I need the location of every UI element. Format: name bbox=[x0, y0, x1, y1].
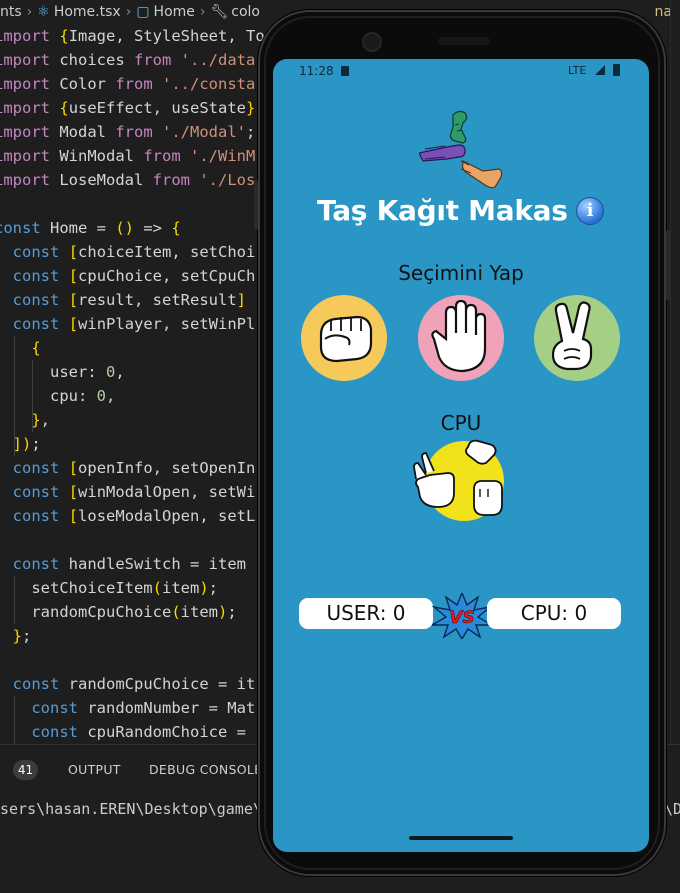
code-line[interactable]: randomCpuChoice(item); bbox=[0, 600, 236, 624]
breadcrumb-file[interactable]: Home.tsx bbox=[54, 0, 121, 24]
code-line[interactable]: const [loseModalOpen, setL bbox=[0, 504, 256, 528]
code-line[interactable]: const [winModalOpen, setWi bbox=[0, 480, 256, 504]
code-line[interactable]: const [cpuChoice, setCpuCh bbox=[0, 264, 256, 288]
app-screen: 11:28 LTE Taş Kağıt Makas i Seçimini Yap bbox=[273, 59, 649, 852]
chevron-right-icon: › bbox=[125, 4, 132, 20]
code-line[interactable]: const cpuRandomChoice = bbox=[0, 720, 246, 744]
code-line[interactable]: const [choiceItem, setChoi bbox=[0, 240, 256, 264]
code-line[interactable]: }; bbox=[0, 624, 32, 648]
battery-icon bbox=[613, 64, 620, 76]
code-line[interactable]: const handleSwitch = item bbox=[0, 552, 246, 576]
title-row: Taş Kağıt Makas i bbox=[273, 192, 649, 232]
network-type: LTE bbox=[568, 64, 587, 77]
editor-scrollbar[interactable] bbox=[670, 0, 680, 744]
code-line[interactable]: const Home = () => { bbox=[0, 216, 181, 240]
breadcrumb-property[interactable]: colo bbox=[231, 0, 260, 24]
vs-badge-icon: VS bbox=[432, 593, 492, 639]
sd-card-icon bbox=[341, 66, 349, 76]
component-icon: ▢ bbox=[136, 4, 150, 20]
paper-hand-icon bbox=[418, 295, 504, 381]
earpiece-speaker bbox=[438, 37, 490, 45]
code-line[interactable]: cpu: 0, bbox=[0, 384, 115, 408]
volume-button bbox=[254, 180, 258, 230]
chevron-right-icon: › bbox=[199, 4, 206, 20]
app-title: Taş Kağıt Makas bbox=[317, 194, 568, 227]
problems-count-badge[interactable]: 41 bbox=[13, 760, 38, 780]
signal-icon bbox=[595, 65, 605, 75]
code-line[interactable]: import Color from '../consta bbox=[0, 72, 255, 96]
score-board: USER: 0 VS CPU: 0 bbox=[273, 593, 649, 639]
code-line[interactable]: }, bbox=[0, 408, 50, 432]
terminal-path-right: \D bbox=[664, 800, 680, 818]
code-line[interactable]: const randomCpuChoice = it bbox=[0, 672, 256, 696]
code-line[interactable]: ]); bbox=[0, 432, 41, 456]
breadcrumb-folder[interactable]: nts bbox=[0, 0, 22, 24]
code-line[interactable]: const [openInfo, setOpenIn bbox=[0, 456, 256, 480]
cpu-score: CPU: 0 bbox=[487, 598, 621, 629]
code-line[interactable]: const [winPlayer, setWinPl bbox=[0, 312, 256, 336]
code-line[interactable]: import WinModal from './WinM bbox=[0, 144, 255, 168]
cpu-label: CPU bbox=[440, 411, 482, 435]
tab-debug-console[interactable]: DEBUG CONSOLE bbox=[149, 762, 262, 777]
front-camera bbox=[362, 32, 382, 52]
scissors-hand-icon bbox=[534, 295, 620, 381]
terminal-path: sers\hasan.EREN\Desktop\game\ bbox=[0, 800, 262, 818]
code-line[interactable]: user: 0, bbox=[0, 360, 125, 384]
code-line[interactable]: import {useEffect, useState} bbox=[0, 96, 255, 120]
code-line[interactable]: { bbox=[0, 336, 40, 360]
tab-output[interactable]: OUTPUT bbox=[68, 762, 121, 777]
react-icon: ⚛ bbox=[37, 4, 50, 20]
game-logo-icon bbox=[419, 110, 503, 189]
code-line[interactable]: import Modal from './Modal'; bbox=[0, 120, 255, 144]
code-line[interactable]: import LoseModal from './Los bbox=[0, 168, 255, 192]
code-line[interactable]: setChoiceItem(item); bbox=[0, 576, 218, 600]
code-line[interactable]: import choices from '../data bbox=[0, 48, 255, 72]
cpu-hands-icon bbox=[413, 439, 504, 521]
chevron-right-icon: › bbox=[26, 4, 33, 20]
status-time: 11:28 bbox=[299, 64, 334, 78]
scissors-choice-button[interactable] bbox=[534, 295, 620, 381]
vs-text: VS bbox=[449, 608, 474, 628]
paper-choice-button[interactable] bbox=[418, 295, 504, 381]
info-icon[interactable]: i bbox=[576, 197, 604, 225]
home-indicator[interactable] bbox=[409, 836, 513, 840]
choose-prompt: Seçimini Yap bbox=[398, 261, 524, 285]
rock-fist-icon bbox=[301, 295, 387, 381]
code-line[interactable]: const randomNumber = Mat bbox=[0, 696, 255, 720]
wrench-icon: 🔧︎ bbox=[210, 4, 229, 20]
breadcrumb-symbol[interactable]: Home bbox=[154, 0, 195, 24]
status-bar: 11:28 LTE bbox=[273, 59, 649, 83]
power-button bbox=[666, 230, 670, 300]
user-score: USER: 0 bbox=[299, 598, 433, 629]
rock-choice-button[interactable] bbox=[301, 295, 387, 381]
code-line[interactable]: import {Image, StyleSheet, To bbox=[0, 24, 265, 48]
code-line[interactable]: const [result, setResult] bbox=[0, 288, 246, 312]
